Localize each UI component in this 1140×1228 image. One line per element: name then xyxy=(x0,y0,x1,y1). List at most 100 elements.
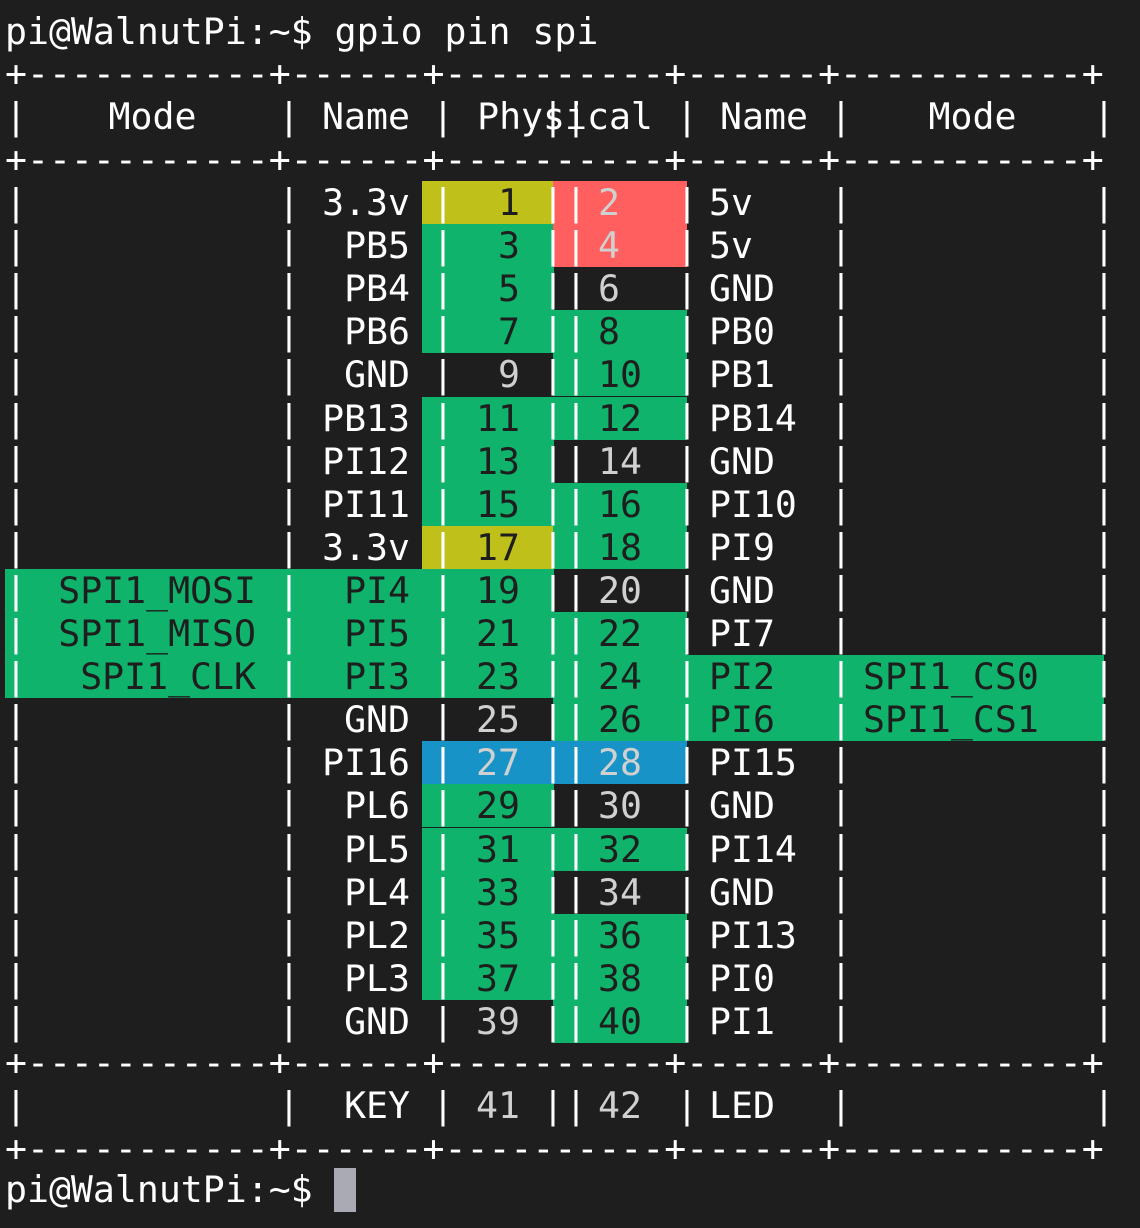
pin-row-separator: | xyxy=(565,913,587,957)
pin-row-separator: | xyxy=(5,353,27,397)
left-pin-number: 1 xyxy=(498,181,520,224)
left-pin-number: 35 xyxy=(476,913,520,957)
pin-row-separator: | xyxy=(542,956,564,1000)
left-pin-number: 25 xyxy=(476,698,520,742)
pin-row-separator: | xyxy=(542,310,564,354)
pin-row-separator: | xyxy=(1093,999,1115,1043)
right-name: PI1 xyxy=(709,999,775,1043)
right-name: PI10 xyxy=(709,482,797,526)
header-mode-left: Mode xyxy=(108,95,197,138)
pin-row-separator: | xyxy=(1093,267,1115,311)
pin-row-separator: | xyxy=(542,827,564,871)
left-pin-number: 11 xyxy=(476,396,520,440)
right-name: PB0 xyxy=(709,310,775,354)
left-pin-number: 17 xyxy=(476,525,520,569)
pin-row-separator: | xyxy=(565,741,587,785)
pin-row-separator: | xyxy=(565,655,587,699)
pin-row-separator: | xyxy=(1093,310,1115,354)
pin-row-separator: | xyxy=(542,655,564,699)
pin-row-separator: | xyxy=(542,181,564,224)
pin-row-separator: | xyxy=(542,1084,564,1127)
table-border-top: +-----------+------+----------+------+--… xyxy=(5,52,1104,95)
pin-row-separator: | xyxy=(565,870,587,914)
left-pin-number: 41 xyxy=(476,1084,520,1127)
right-name: GND xyxy=(709,870,775,914)
header-separator: | xyxy=(278,95,300,138)
pin-row-separator: | xyxy=(565,482,587,526)
right-name: PI7 xyxy=(709,612,775,655)
pin-row-separator: | xyxy=(1093,525,1115,569)
pin-row-separator: | xyxy=(542,439,564,483)
left-pin-number: 29 xyxy=(476,784,520,828)
left-pin-number: 19 xyxy=(476,568,520,612)
left-pin-number: 13 xyxy=(476,439,520,483)
right-name: 5v xyxy=(709,181,753,224)
left-pin-number: 33 xyxy=(476,870,520,914)
pin-row-separator: | xyxy=(1093,1084,1115,1127)
right-name: LED xyxy=(709,1084,775,1127)
pin-row-separator: | xyxy=(5,439,27,483)
header-separator: | xyxy=(1093,95,1115,138)
header-separator: | xyxy=(830,95,852,138)
pin-row-separator: | xyxy=(1093,827,1115,871)
right-name: PI13 xyxy=(709,913,797,957)
right-name: PI14 xyxy=(709,827,797,871)
pin-row-separator: | xyxy=(1093,612,1115,655)
pin-row-separator: | xyxy=(5,267,27,311)
pin-row-separator: | xyxy=(1093,396,1115,440)
command-text: gpio pin spi xyxy=(334,10,599,53)
pin-row-separator: | xyxy=(565,396,587,440)
terminal-window[interactable]: pi@WalnutPi:~$ gpio pin spi +-----------… xyxy=(0,0,1140,1228)
pin-row-separator: | xyxy=(565,956,587,1000)
pin-row-separator: | xyxy=(565,439,587,483)
pin-row-separator: | xyxy=(542,267,564,311)
pin-row-separator: | xyxy=(565,784,587,828)
right-name: PI9 xyxy=(709,525,775,569)
pin-row-separator: | xyxy=(5,1084,27,1127)
pin-row-separator: | xyxy=(5,655,27,699)
pin-row-separator: | xyxy=(1093,353,1115,397)
pin-row-separator: | xyxy=(5,310,27,354)
header-name-left: Name xyxy=(322,95,410,138)
pin-row-separator: | xyxy=(542,741,564,785)
right-name: PB1 xyxy=(709,353,775,397)
text-cursor xyxy=(334,1168,356,1212)
right-name: GND xyxy=(709,439,775,483)
header-name-right: Name xyxy=(720,95,808,138)
right-name: PB14 xyxy=(709,396,797,440)
left-pin-number: 15 xyxy=(476,482,520,526)
right-mode: SPI1_CS0 xyxy=(863,655,1039,699)
pin-row-separator: | xyxy=(5,224,27,268)
prompt-line: pi@WalnutPi:~$ xyxy=(5,1168,313,1211)
header-mode-right: Mode xyxy=(928,95,1017,138)
pin-row-separator: | xyxy=(5,482,27,526)
pin-row-separator: | xyxy=(542,224,564,268)
left-pin-number: 39 xyxy=(476,999,520,1043)
right-name: GND xyxy=(709,267,775,311)
pin-row-separator: | xyxy=(565,568,587,612)
pin-row-separator: | xyxy=(5,956,27,1000)
header-physical: Physical xyxy=(477,95,653,138)
right-name: PI0 xyxy=(709,956,775,1000)
pin-row-separator: | xyxy=(5,568,27,612)
left-pin-number: 31 xyxy=(476,827,520,871)
pin-row-separator: | xyxy=(1093,439,1115,483)
left-pin-number: 23 xyxy=(476,655,520,699)
pin-row-separator: | xyxy=(1093,568,1115,612)
pin-row-separator: | xyxy=(542,612,564,655)
pin-row-separator: | xyxy=(5,999,27,1043)
left-pin-number: 27 xyxy=(476,741,520,785)
pin-row-separator: | xyxy=(565,612,587,655)
shell-prompt-2: pi@WalnutPi:~$ xyxy=(5,1168,313,1211)
pin-row-separator: | xyxy=(542,698,564,742)
right-name: 5v xyxy=(709,224,753,268)
pin-row-separator: | xyxy=(565,1084,587,1127)
pin-row-separator: | xyxy=(5,525,27,569)
pin-row-separator: | xyxy=(1093,181,1115,224)
pin-row-separator: | xyxy=(565,698,587,742)
pin-row-separator: | xyxy=(542,913,564,957)
pin-row-separator: | xyxy=(5,870,27,914)
pin-row-separator: | xyxy=(565,224,587,268)
pin-row-separator: | xyxy=(542,482,564,526)
pin-row-separator: | xyxy=(1093,482,1115,526)
